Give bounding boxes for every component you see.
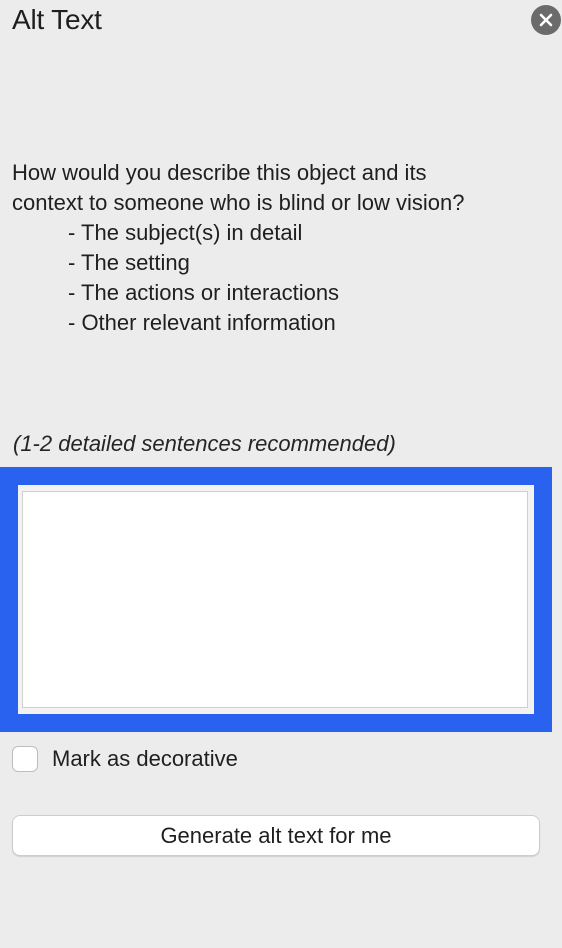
decorative-label[interactable]: Mark as decorative [52, 744, 238, 774]
panel-title: Alt Text [12, 4, 102, 35]
close-button[interactable] [531, 5, 561, 35]
length-hint: (1-2 detailed sentences recommended) [13, 431, 396, 456]
decorative-checkbox[interactable] [12, 746, 38, 772]
decorative-option[interactable]: Mark as decorative [12, 742, 238, 776]
description-text: How would you describe this object and i… [12, 158, 552, 338]
alt-text-field-container [18, 485, 534, 714]
alt-text-panel: Alt Text How would you describe this obj… [0, 0, 562, 948]
description-line: context to someone who is blind or low v… [12, 190, 465, 215]
alt-text-input[interactable] [22, 491, 528, 708]
guidance-item: - The actions or interactions [68, 280, 340, 305]
generate-alt-text-button[interactable]: Generate alt text for me [12, 815, 540, 856]
description-line: How would you describe this object and i… [12, 160, 427, 185]
guidance-list: - The subject(s) in detail - The setting… [12, 218, 552, 338]
alt-text-field-focus-ring [0, 467, 552, 732]
close-icon [539, 13, 553, 27]
guidance-item: - The subject(s) in detail [68, 220, 303, 245]
guidance-item: - The setting [68, 250, 190, 275]
guidance-item: - Other relevant information [68, 310, 336, 335]
